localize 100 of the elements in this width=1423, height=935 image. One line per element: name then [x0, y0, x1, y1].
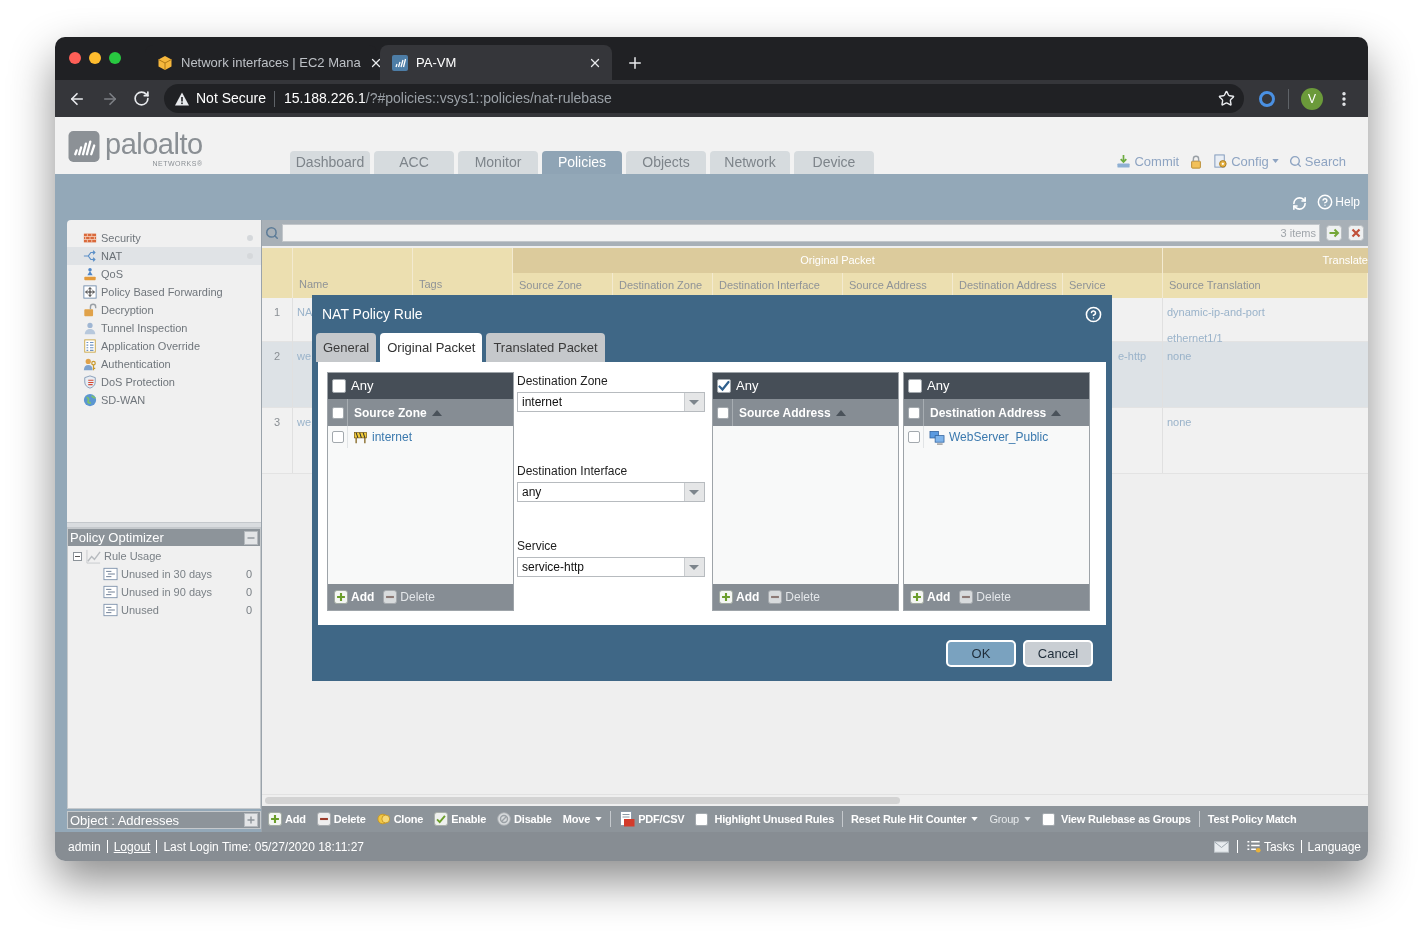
- toolbar-button[interactable]: Delete: [316, 810, 366, 828]
- tree-item[interactable]: Rule Usage: [68, 547, 260, 565]
- cube-icon: [157, 54, 173, 71]
- count-text: 0: [245, 566, 252, 582]
- checkbox[interactable]: [907, 431, 920, 443]
- window-zoom-icon[interactable]: [109, 52, 121, 64]
- nav-tab[interactable]: Network: [710, 151, 790, 174]
- rule-name-link[interactable]: we: [297, 350, 312, 362]
- arrow-right-icon[interactable]: [1326, 225, 1342, 241]
- help-button[interactable]: Help: [1317, 193, 1360, 211]
- expand-icon[interactable]: [244, 813, 258, 827]
- help-icon: [1317, 194, 1334, 210]
- security-label[interactable]: Not Secure: [196, 88, 267, 109]
- prohibited-icon: [497, 812, 512, 826]
- dropdown-field[interactable]: any: [517, 482, 705, 502]
- sidebar-item[interactable]: Policy Based Forwarding: [67, 283, 261, 301]
- toolbar-button[interactable]: Disable: [497, 810, 552, 828]
- sidebar-item[interactable]: Security: [67, 229, 261, 247]
- dropdown-field[interactable]: internet: [517, 392, 705, 412]
- commit-button[interactable]: Commit: [1116, 151, 1180, 171]
- search-field[interactable]: 3 items: [282, 224, 1320, 242]
- tree-item[interactable]: Unused in 30 days 0: [68, 565, 260, 583]
- dialog-tab[interactable]: Original Packet: [380, 333, 483, 362]
- tasks-button[interactable]: Tasks: [1245, 837, 1295, 856]
- search-button[interactable]: Search: [1288, 151, 1346, 171]
- toolbar-link[interactable]: Test Policy Match: [1207, 810, 1297, 828]
- dialog-button[interactable]: OK: [946, 640, 1016, 667]
- panel-title: Policy Optimizer: [70, 531, 164, 544]
- checkbox[interactable]: [717, 379, 731, 393]
- toolbar-button[interactable]: Add: [268, 810, 306, 828]
- padlock-icon[interactable]: [1189, 155, 1204, 169]
- row-number: 3: [273, 415, 281, 430]
- rule-name-link[interactable]: NA: [297, 306, 313, 318]
- url-text: 15.188.226.1/?#policies::vsys1::policies/nat-rulebase: [284, 89, 612, 108]
- sidebar-item[interactable]: Application Override: [67, 337, 261, 355]
- nav-tab[interactable]: Objects: [626, 151, 706, 174]
- plus-icon: [910, 590, 924, 604]
- reload-icon[interactable]: [133, 90, 150, 107]
- sidebar-item[interactable]: SD-WAN: [67, 391, 261, 409]
- tree-item[interactable]: Unused in 90 days 0: [68, 583, 260, 601]
- browser-tab[interactable]: PA-VM: [380, 45, 612, 80]
- sidebar-item[interactable]: Tunnel Inspection: [67, 319, 261, 337]
- checkbox[interactable]: [331, 406, 344, 419]
- sidebar-item[interactable]: DoS Protection: [67, 373, 261, 391]
- logout-link[interactable]: Logout: [113, 837, 151, 856]
- collapse-icon[interactable]: [73, 551, 82, 561]
- nav-tab[interactable]: Monitor: [458, 151, 538, 174]
- dropdown-field[interactable]: service-http: [517, 557, 705, 577]
- any-label: Any: [927, 377, 950, 396]
- user-name: admin: [68, 838, 101, 856]
- sidebar-item[interactable]: Decryption: [67, 301, 261, 319]
- nav-tab[interactable]: ACC: [374, 151, 454, 174]
- split-arrows-icon: [83, 249, 97, 263]
- menu-button[interactable]: Move: [562, 810, 603, 828]
- ring-icon[interactable]: [1258, 89, 1276, 108]
- checkbox[interactable]: [695, 812, 709, 826]
- sidebar-item[interactable]: Authentication: [67, 355, 261, 373]
- window-close-icon[interactable]: [69, 52, 81, 64]
- checkbox[interactable]: [332, 379, 346, 393]
- list-item-link[interactable]: internet: [372, 428, 413, 446]
- checkbox-label[interactable]: Highlight Unused Rules: [714, 810, 835, 828]
- config-menu-button[interactable]: Config: [1213, 151, 1279, 171]
- nav-tab[interactable]: Dashboard: [290, 151, 370, 174]
- refresh-icon[interactable]: [1292, 196, 1308, 211]
- search-icon: [1288, 154, 1302, 168]
- dialog-button[interactable]: Cancel: [1023, 640, 1093, 667]
- toolbar-button[interactable]: Clone: [376, 810, 424, 828]
- toolbar-button[interactable]: PDF/CSV: [619, 810, 685, 828]
- help-icon[interactable]: [1085, 305, 1102, 323]
- checkbox[interactable]: [1042, 812, 1056, 826]
- nav-tab[interactable]: Device: [794, 151, 874, 174]
- dialog-tab[interactable]: General: [316, 333, 377, 362]
- checkbox[interactable]: [331, 431, 344, 443]
- scrollbar-thumb[interactable]: [265, 797, 900, 804]
- rule-name-link[interactable]: we: [297, 416, 312, 428]
- menu-button[interactable]: Reset Rule Hit Counter: [851, 810, 979, 828]
- column-group-header: Translate: [1163, 248, 1368, 273]
- nav-tab[interactable]: Policies: [542, 151, 622, 174]
- sidebar-item[interactable]: QoS: [67, 265, 261, 283]
- checkbox[interactable]: [716, 406, 729, 419]
- address-bar[interactable]: Not Secure 15.188.226.1/?#policies::vsys1::policies/nat-rulebase: [164, 84, 1244, 113]
- list-item-link[interactable]: WebServer_Public: [949, 428, 1049, 446]
- mail-icon[interactable]: [1213, 840, 1229, 853]
- toolbar-button[interactable]: Enable: [434, 810, 487, 828]
- window-minimize-icon[interactable]: [89, 52, 101, 64]
- list-action-button[interactable]: Add: [910, 588, 951, 606]
- checkbox[interactable]: [907, 406, 920, 419]
- language-link[interactable]: Language: [1307, 837, 1361, 856]
- tree-item[interactable]: Unused 0: [68, 601, 260, 619]
- checkbox[interactable]: [908, 379, 922, 393]
- download-tray-icon: [1116, 153, 1132, 169]
- list-action-button[interactable]: Add: [719, 588, 760, 606]
- list-action-button[interactable]: Add: [334, 588, 375, 606]
- bookmark-star-icon[interactable]: [1218, 90, 1235, 107]
- checkbox-label[interactable]: View Rulebase as Groups: [1061, 810, 1191, 828]
- profile-avatar[interactable]: V: [1301, 87, 1323, 110]
- list-icon: [103, 567, 118, 581]
- translation-text: ethernet1/1: [1167, 330, 1223, 346]
- sidebar-item[interactable]: NAT: [67, 247, 261, 265]
- dialog-tab[interactable]: Translated Packet: [486, 333, 605, 362]
